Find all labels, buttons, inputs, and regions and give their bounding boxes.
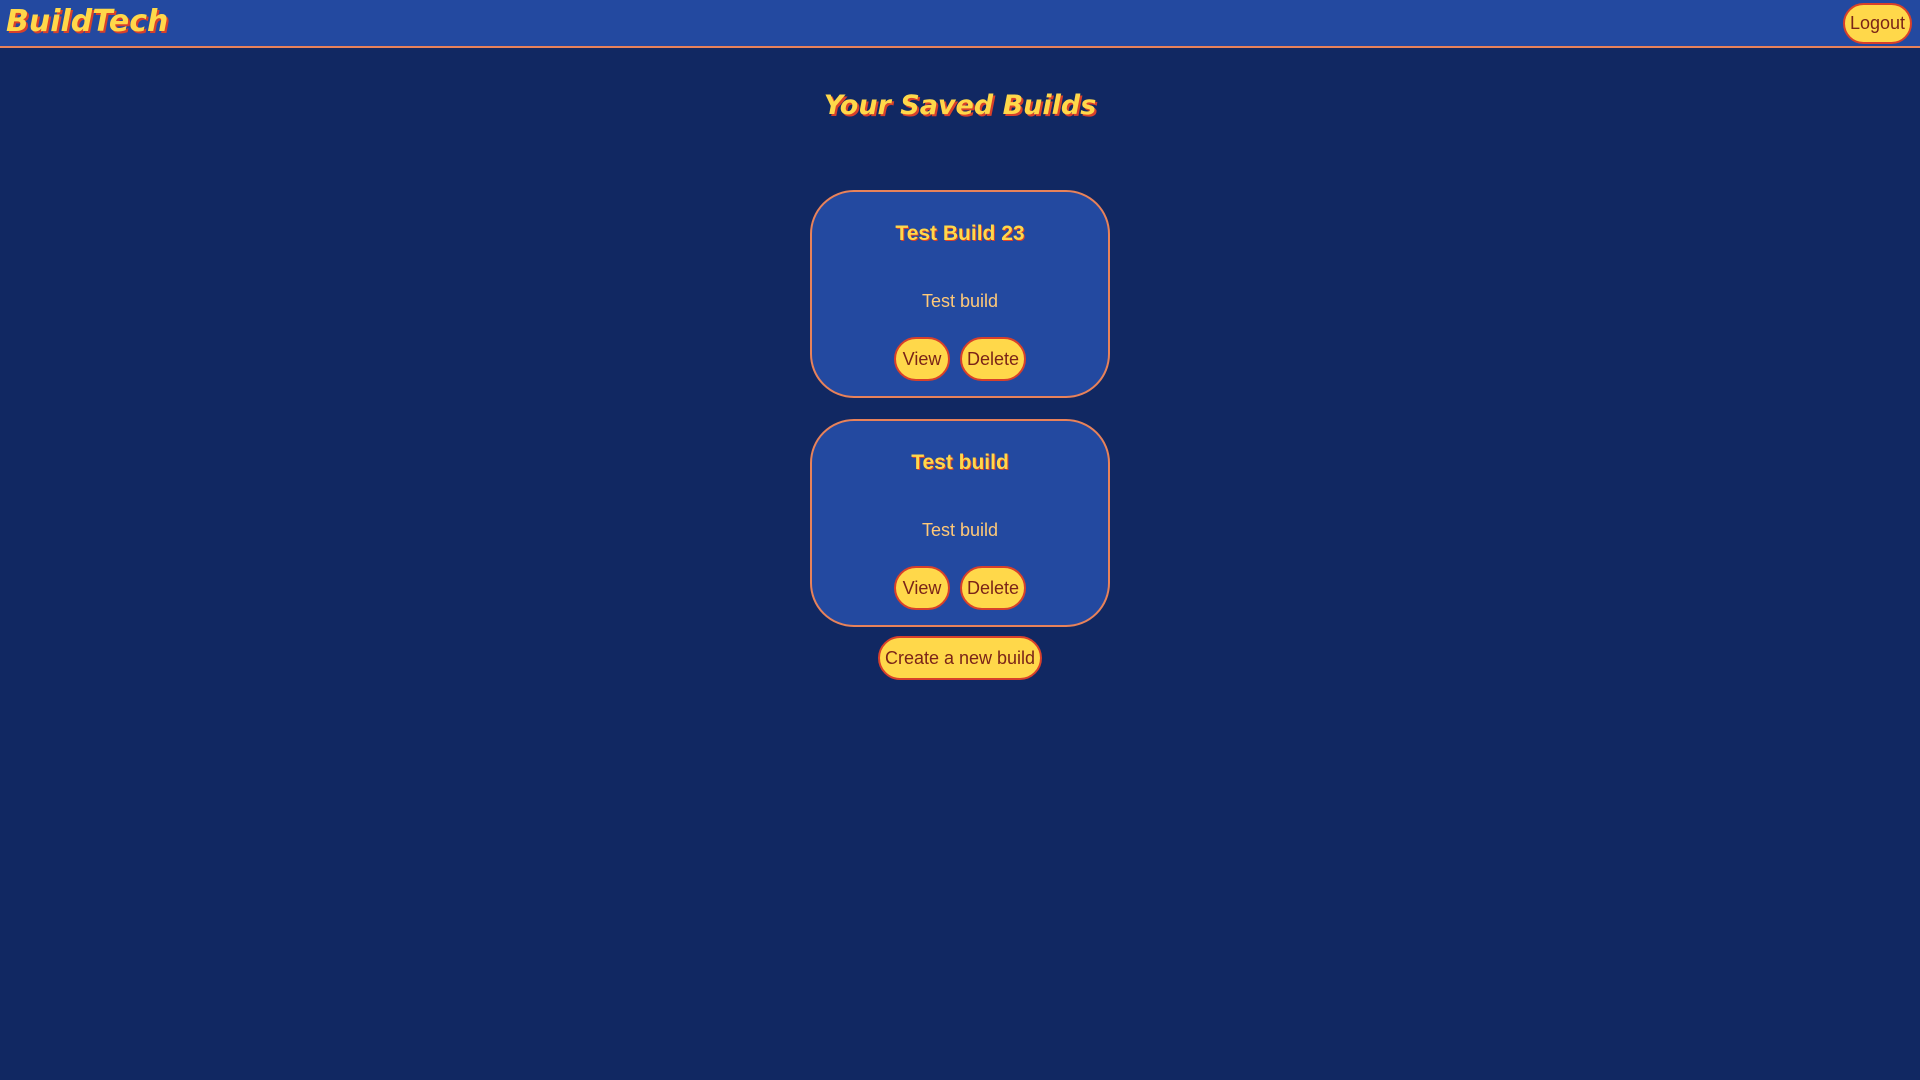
delete-build-button[interactable]: Delete <box>960 337 1026 381</box>
build-card: Test build Test build View Delete <box>810 419 1110 627</box>
create-build-button[interactable]: Create a new build <box>878 636 1042 680</box>
build-card-title: Test build <box>911 451 1009 474</box>
view-build-button[interactable]: View <box>894 337 950 381</box>
brand-logo[interactable]: BuildTech <box>6 4 168 39</box>
build-card: Test Build 23 Test build View Delete <box>810 190 1110 398</box>
build-card-description: Test build <box>921 520 999 540</box>
top-navbar: BuildTech Logout <box>0 0 1920 48</box>
build-card-title: Test Build 23 <box>895 222 1025 245</box>
build-card-description: Test build <box>921 291 999 311</box>
view-build-button[interactable]: View <box>894 566 950 610</box>
delete-build-button[interactable]: Delete <box>960 566 1026 610</box>
page-title: Your Saved Builds <box>823 90 1097 121</box>
logout-button[interactable]: Logout <box>1843 3 1912 44</box>
